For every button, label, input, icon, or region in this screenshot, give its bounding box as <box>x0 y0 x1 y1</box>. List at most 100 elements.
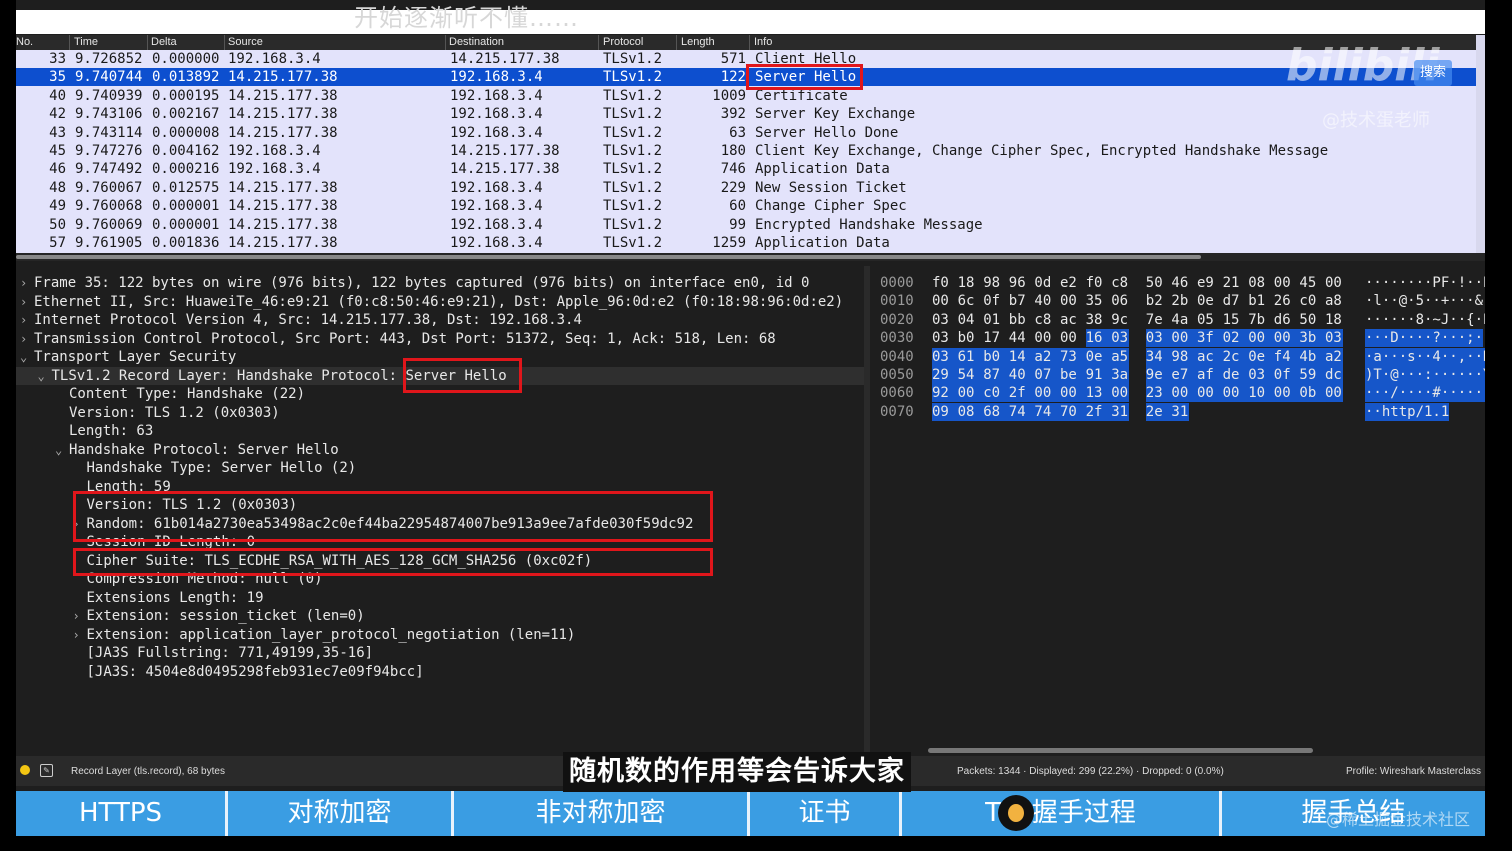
hex-byte[interactable]: 05 <box>1197 311 1223 329</box>
hex-row[interactable]: 0060 92 00 c0 2f 00 00 13 00 23 00 00 00 10 00 0b 00 ···/… <box>870 384 1485 403</box>
hex-byte[interactable]: 00 <box>1111 384 1130 403</box>
hex-byte[interactable]: 4a <box>1171 311 1197 329</box>
hex-byte[interactable]: 91 <box>1085 366 1112 384</box>
hex-byte[interactable]: 92 <box>932 384 958 403</box>
hex-row[interactable]: 0010 00 6c 0f b7 40 00 35 06 b2 2b 0e d7 b1 26 c0 a8 ·l··… <box>870 292 1485 310</box>
packet-row[interactable]: 46 9.747492 0.000216 192.168.3.4 14.215.177.… <box>16 160 1476 178</box>
hex-byte[interactable]: 00 <box>1171 384 1198 403</box>
hex-byte[interactable]: 01 <box>983 311 1009 329</box>
hex-row[interactable]: 0020 03 04 01 bb c8 ac 38 9c 7e 4a 05 15 7b d6 50 18 ····… <box>870 311 1485 329</box>
expand-arrow-icon[interactable]: › <box>73 626 80 644</box>
col-protocol[interactable]: Protocol <box>603 36 643 48</box>
hex-byte[interactable]: 2b <box>1171 292 1197 310</box>
hex-byte[interactable]: 96 <box>1009 274 1035 292</box>
hex-byte[interactable]: 16 <box>1085 329 1112 348</box>
hex-byte[interactable]: 0e <box>1197 292 1223 310</box>
hex-byte[interactable]: 35 <box>1086 292 1112 310</box>
hex-byte[interactable]: 2f <box>1085 402 1112 421</box>
hex-byte[interactable]: 14 <box>1008 347 1035 366</box>
hex-byte[interactable]: de <box>1222 366 1249 384</box>
expand-arrow-icon[interactable]: › <box>73 607 80 625</box>
chapter-asymmetric[interactable]: 非对称加密 <box>454 791 750 836</box>
detail-row[interactable]: Extensions Length: 19 <box>16 589 864 607</box>
hex-byte[interactable]: 18 <box>1325 311 1343 329</box>
hex-ascii[interactable]: )T·@···:······Y· <box>1365 366 1485 384</box>
hex-byte[interactable]: 10 <box>1248 384 1275 403</box>
hex-byte[interactable]: 3f <box>1197 329 1223 348</box>
hex-byte[interactable]: 17 <box>983 329 1009 347</box>
hex-byte[interactable]: 7e <box>1146 311 1172 329</box>
detail-row[interactable]: ⌄ Handshake Protocol: Server Hello <box>16 441 864 459</box>
hex-byte[interactable]: b0 <box>983 347 1010 366</box>
hex-byte[interactable]: 74 <box>1034 402 1061 421</box>
expand-arrow-icon[interactable]: › <box>20 311 27 329</box>
hex-byte[interactable]: 70 <box>1060 402 1086 421</box>
hex-byte[interactable]: 03 <box>1325 329 1343 348</box>
hex-byte[interactable]: f0 <box>932 274 958 292</box>
hex-byte[interactable]: b7 <box>1009 292 1035 310</box>
chapter-https[interactable]: HTTPS <box>16 791 228 836</box>
chapter-certificate[interactable]: 证书 <box>750 791 902 836</box>
packet-list-header[interactable]: No. Time Delta Source Destination Protoc… <box>16 35 1485 51</box>
hex-byte[interactable]: e2 <box>1060 274 1086 292</box>
hex-byte[interactable]: 09 <box>932 402 958 421</box>
col-destination[interactable]: Destination <box>449 36 504 48</box>
hex-byte[interactable]: f4 <box>1273 347 1300 366</box>
capture-status-icon[interactable] <box>20 765 30 775</box>
hex-byte[interactable]: 00 <box>1060 384 1086 403</box>
hex-byte[interactable]: 08 <box>1248 274 1274 292</box>
hex-byte[interactable]: 74 <box>1008 402 1035 421</box>
bytes-hscrollbar[interactable] <box>928 748 1313 753</box>
detail-row[interactable]: › Frame 35: 122 bytes on wire (976 bits),… <box>16 274 864 292</box>
hex-byte[interactable]: 00 <box>1060 292 1086 310</box>
chapter-symmetric[interactable]: 对称加密 <box>228 791 454 836</box>
hex-byte[interactable]: 03 <box>932 329 958 347</box>
collapse-arrow-icon[interactable]: ⌄ <box>38 367 45 385</box>
hex-byte[interactable]: c0 <box>983 384 1010 403</box>
hex-byte[interactable]: 23 <box>1145 384 1172 403</box>
col-length[interactable]: Length <box>681 36 715 48</box>
hex-byte[interactable]: 59 <box>1299 366 1326 384</box>
hex-byte[interactable]: 73 <box>1060 347 1086 366</box>
hex-byte[interactable]: 4b <box>1299 347 1326 366</box>
hex-byte[interactable]: 54 <box>957 366 984 384</box>
hex-byte[interactable]: 3b <box>1299 329 1326 348</box>
hex-byte[interactable]: 26 <box>1274 292 1300 310</box>
hex-byte[interactable]: b2 <box>1146 292 1172 310</box>
hex-ascii[interactable]: ········PF·!··E· <box>1365 274 1485 292</box>
hex-byte[interactable]: 0b <box>1299 384 1326 403</box>
col-no[interactable]: No. <box>16 36 33 48</box>
expand-arrow-icon[interactable]: › <box>20 330 27 348</box>
detail-row[interactable]: › Ethernet II, Src: HuaweiTe_46:e9:21 (f0… <box>16 293 864 311</box>
hex-byte[interactable]: b0 <box>958 329 984 347</box>
hex-byte[interactable]: 38 <box>1086 311 1112 329</box>
hex-row[interactable]: 0050 29 54 87 40 07 be 91 3a 9e e7 af de 03 0f 59 dc)T·@… <box>870 366 1485 384</box>
hex-byte[interactable]: 13 <box>1085 384 1112 403</box>
packet-list-scrollbar[interactable] <box>1476 35 1485 253</box>
hex-byte[interactable]: 00 <box>1273 329 1300 348</box>
hex-byte[interactable]: 31 <box>1171 402 1190 421</box>
chapter-tls-handshake[interactable]: TLS握手过程 <box>902 791 1222 836</box>
hex-byte[interactable]: a2 <box>1034 347 1061 366</box>
packet-bytes-pane[interactable]: 0000 f0 18 98 96 0d e2 f0 c8 50 46 e9 21 08 00 45 00 ····… <box>870 266 1485 756</box>
hex-byte[interactable]: 00 <box>932 292 958 310</box>
packet-list-hscrollbar[interactable] <box>16 253 1485 261</box>
detail-row[interactable]: Version: TLS 1.2 (0x0303) <box>16 404 864 422</box>
hex-byte[interactable]: a2 <box>1325 347 1343 366</box>
hex-byte[interactable]: af <box>1197 366 1223 384</box>
hex-ascii[interactable]: ······8·~J··{·P· <box>1365 311 1485 329</box>
hex-byte[interactable]: 68 <box>983 402 1010 421</box>
hex-byte[interactable]: 03 <box>1145 329 1172 348</box>
packet-row[interactable]: 48 9.760067 0.012575 14.215.177.38 192.168.3… <box>16 179 1476 197</box>
hex-byte[interactable]: f0 <box>1086 274 1112 292</box>
hex-ascii[interactable]: ··http/1.1 <box>1365 402 1450 421</box>
hex-byte[interactable]: 00 <box>1274 274 1300 292</box>
packet-row[interactable]: 42 9.743106 0.002167 14.215.177.38 192.168.3… <box>16 105 1476 123</box>
hex-byte[interactable]: 00 <box>957 384 984 403</box>
hex-byte[interactable]: a8 <box>1325 292 1343 310</box>
hex-byte[interactable]: 50 <box>1299 311 1325 329</box>
hex-byte[interactable]: 00 <box>1273 384 1300 403</box>
hex-byte[interactable]: 46 <box>1171 274 1197 292</box>
hex-byte[interactable]: 03 <box>1111 329 1130 348</box>
hex-byte[interactable]: 34 <box>1145 347 1172 366</box>
